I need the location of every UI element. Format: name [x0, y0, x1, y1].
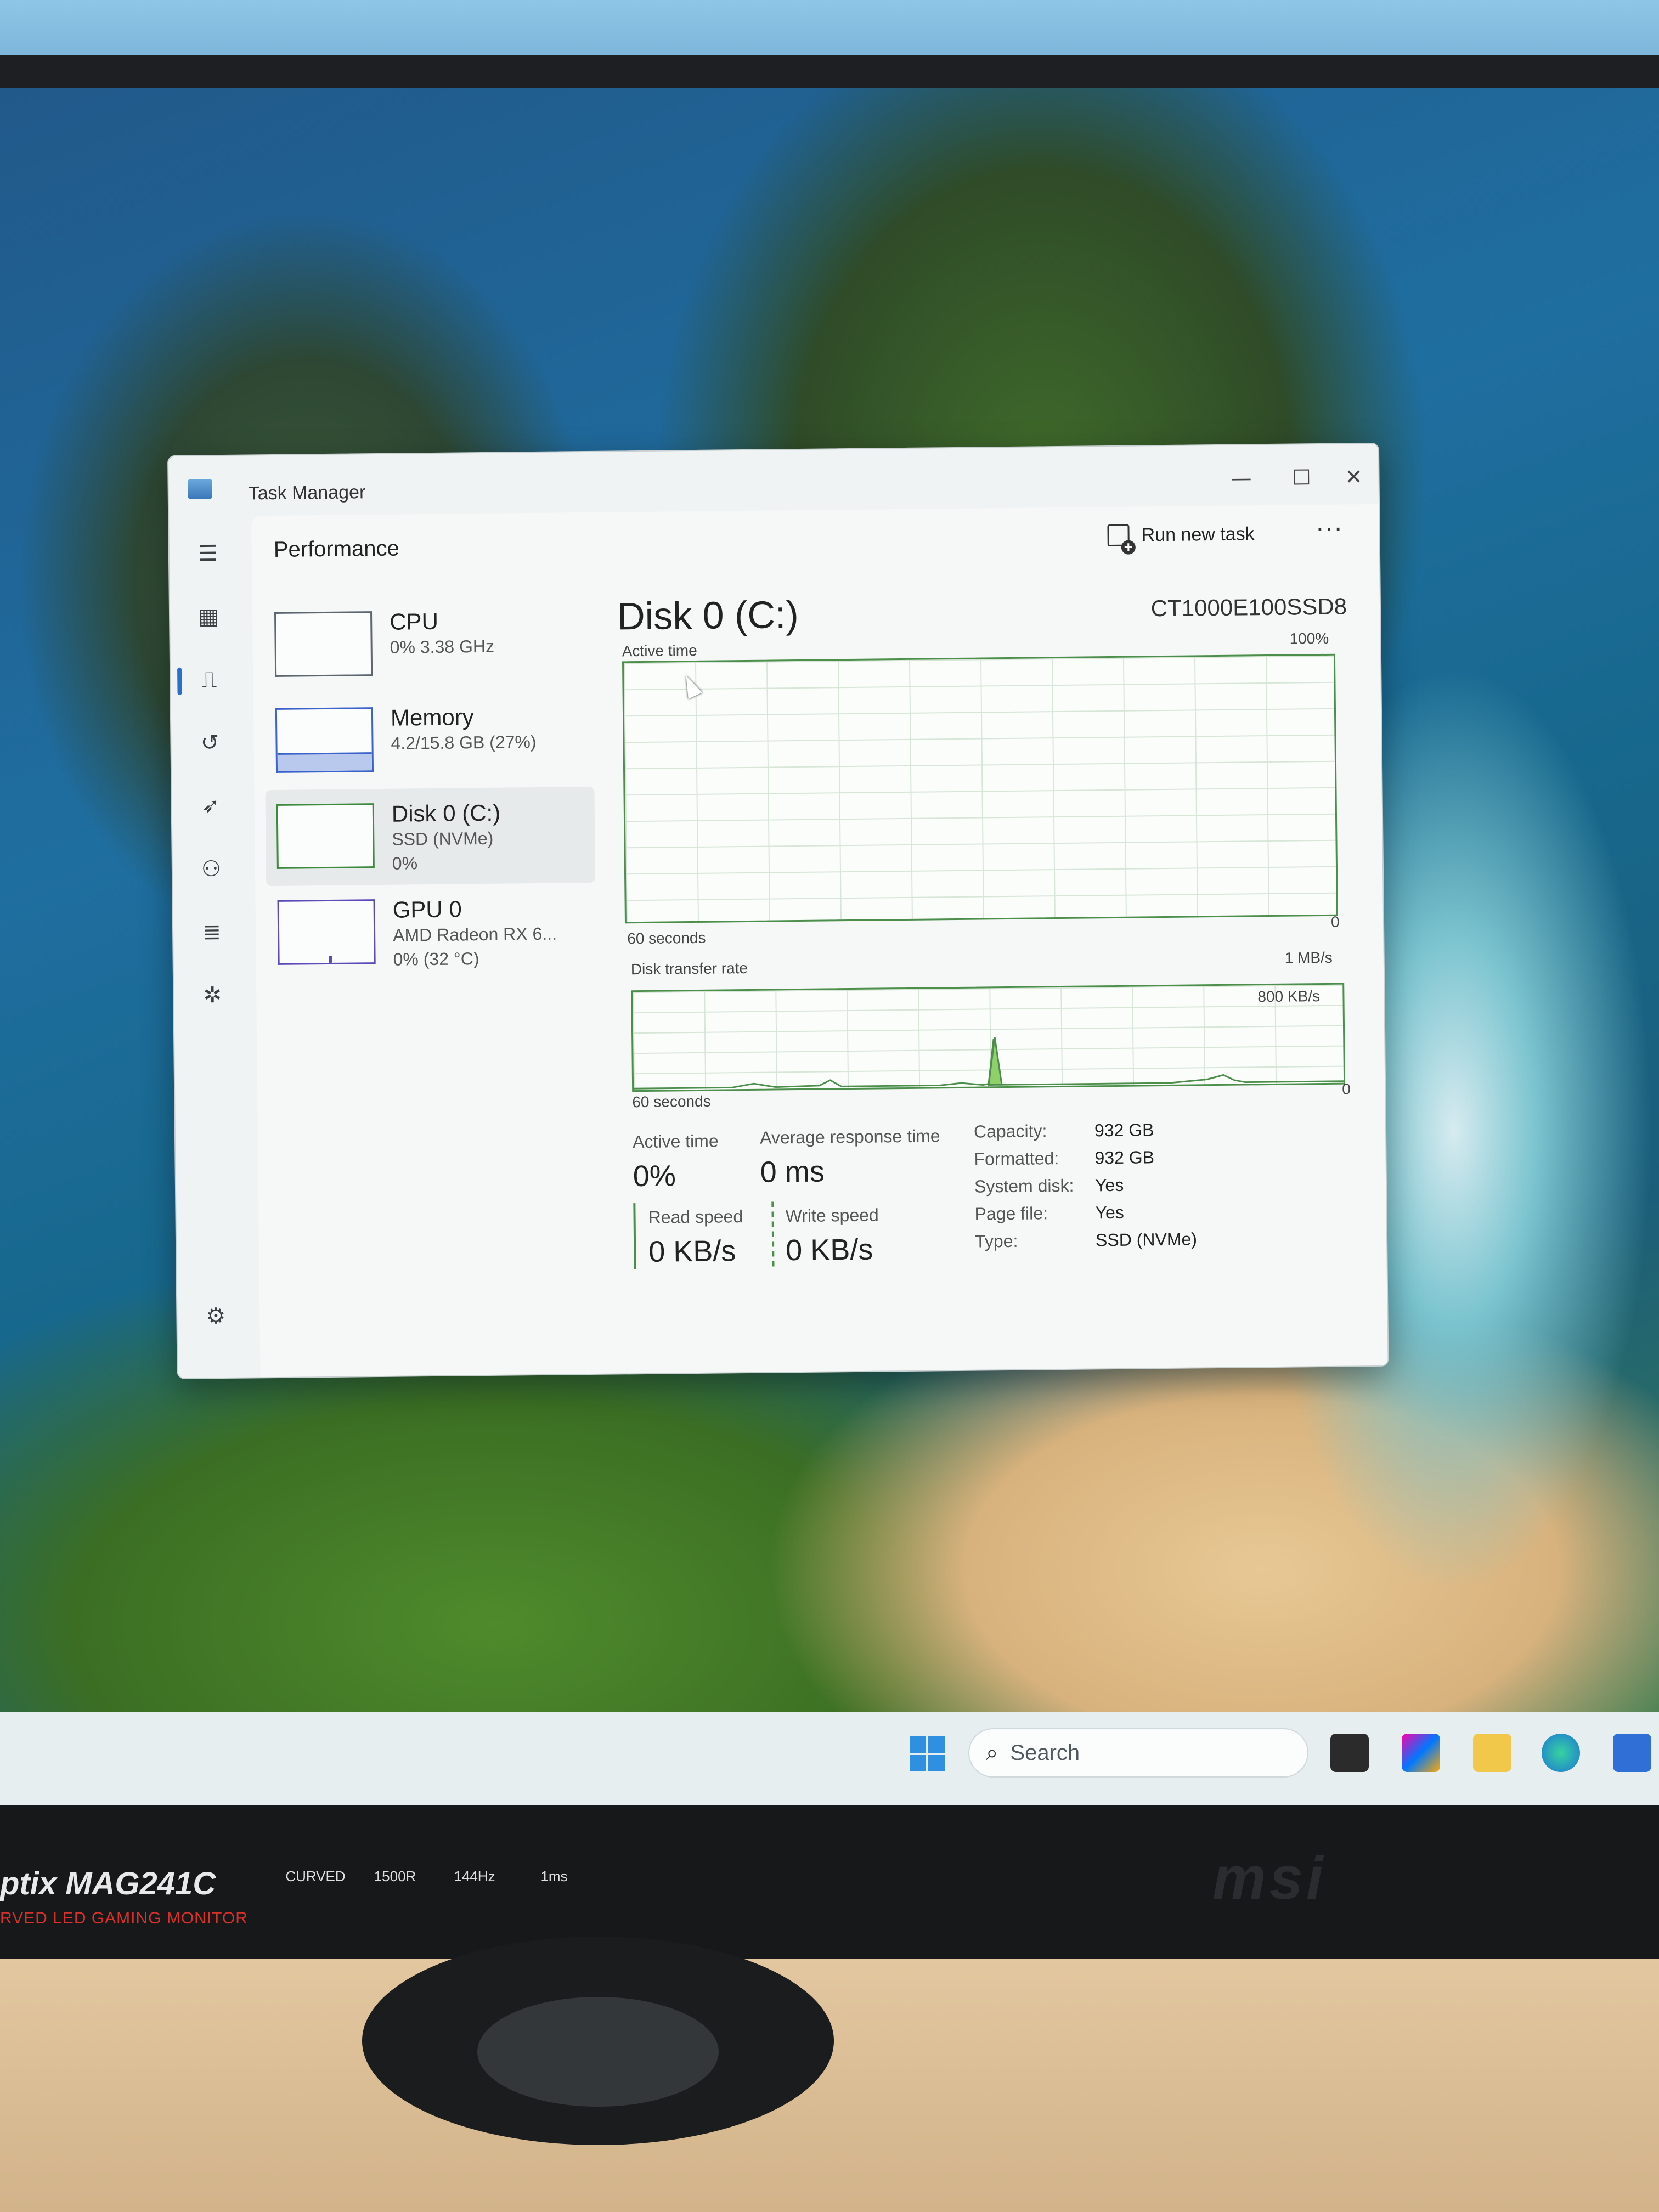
write-speed-value: 0 KB/s [785, 1233, 873, 1267]
disk-model: CT1000E100SSD8 [1150, 593, 1347, 622]
resource-name: GPU 0 [392, 896, 462, 923]
run-new-task-icon [1107, 524, 1130, 547]
hamburger-menu-icon[interactable]: ☰ [193, 538, 224, 569]
windows-start-icon[interactable] [910, 1736, 945, 1771]
maximize-button[interactable]: ☐ [1282, 461, 1321, 494]
task-view-icon[interactable] [1330, 1734, 1369, 1772]
read-speed-value: 0 KB/s [648, 1234, 736, 1268]
property-value: SSD (NVMe) [1095, 1229, 1198, 1250]
monitor-bottom-bezel: ptix MAG241C RVED LED GAMING MONITOR CUR… [0, 1805, 1659, 1959]
transfer-rate-max-label: 1 MB/s [1284, 949, 1333, 967]
avg-response-value: 0 ms [760, 1155, 825, 1189]
msi-logo: msi [1212, 1844, 1327, 1912]
processes-icon[interactable]: ▦ [193, 601, 224, 633]
1ms-badge: 1ms [540, 1868, 568, 1884]
read-speed-line [633, 1203, 636, 1269]
active-time-stat-label: Active time [632, 1131, 719, 1152]
detail-title: Disk 0 (C:) [617, 592, 799, 638]
task-manager-window: Task Manager — ☐ ✕ ☰ ▦ ⎍ ↺ ➶ ⚇ ≣ ✲ ⚙ Per… [167, 442, 1389, 1379]
active-time-graph [622, 653, 1338, 924]
active-time-stat-value: 0% [633, 1159, 676, 1193]
close-button[interactable]: ✕ [1334, 460, 1373, 494]
property-value: Yes [1095, 1202, 1124, 1223]
disk-thumbnail-graph [276, 803, 375, 869]
memory-usage-fill [277, 752, 373, 771]
property-key: Page file: [974, 1203, 1048, 1224]
resource-usage: 0% (32 °C) [393, 949, 479, 969]
active-time-min-label: 0 [1330, 913, 1340, 930]
services-icon[interactable]: ✲ [197, 980, 228, 1011]
resource-item-cpu[interactable]: CPU 0% 3.38 GHz [263, 595, 594, 694]
read-speed-label: Read speed [648, 1206, 743, 1227]
details-icon[interactable]: ≣ [196, 917, 228, 948]
avg-response-label: Average response time [759, 1126, 940, 1148]
more-options-button[interactable]: ··· [1316, 515, 1343, 545]
resource-item-disk[interactable]: Disk 0 (C:) SSD (NVMe) 0% [265, 786, 596, 887]
transfer-rate-mid-label: 800 KB/s [1257, 988, 1321, 1006]
settings-gear-icon[interactable]: ⚙ [200, 1301, 232, 1332]
gpu-spike [329, 956, 332, 963]
resource-name: Memory [390, 704, 474, 731]
transfer-rate-graph [631, 983, 1346, 1092]
resource-item-memory[interactable]: Memory 4.2/15.8 GB (27%) [264, 691, 595, 790]
file-explorer-icon[interactable] [1473, 1734, 1511, 1772]
cpu-thumbnail-graph [274, 611, 373, 677]
users-icon[interactable]: ⚇ [196, 854, 227, 885]
property-key: Formatted: [974, 1148, 1059, 1169]
minimize-button[interactable]: — [1222, 461, 1261, 495]
memory-thumbnail-graph [275, 707, 374, 773]
property-value: Yes [1094, 1175, 1124, 1195]
property-key: Capacity: [973, 1121, 1047, 1142]
resource-model: AMD Radeon RX 6... [392, 923, 557, 945]
curved-badge: CURVED [285, 1868, 346, 1884]
resource-usage: 0% 3.38 GHz [390, 636, 495, 657]
transfer-rate-graph-label: Disk transfer rate [630, 959, 748, 978]
copilot-icon[interactable] [1402, 1734, 1440, 1772]
resource-item-gpu[interactable]: GPU 0 AMD Radeon RX 6... 0% (32 °C) [266, 883, 596, 982]
144hz-badge: 144Hz [454, 1868, 495, 1884]
edge-browser-icon[interactable] [1542, 1734, 1580, 1772]
monitor-model-text: ptix MAG241C [0, 1866, 216, 1901]
property-key: System disk: [974, 1175, 1074, 1197]
active-time-graph-label: Active time [622, 641, 697, 660]
resource-name: CPU [389, 608, 439, 635]
gpu-thumbnail-graph [277, 899, 376, 965]
desk-surface [0, 1959, 1659, 2212]
resource-usage: 0% [392, 853, 418, 873]
property-value: 932 GB [1094, 1147, 1155, 1168]
transfer-rate-duration-label: 60 seconds [632, 1092, 711, 1111]
transfer-rate-line [634, 1037, 1344, 1090]
search-icon: ⌕ [986, 1740, 998, 1765]
active-indicator [177, 667, 182, 695]
resource-type: SSD (NVMe) [392, 828, 494, 849]
disk-detail-panel: Disk 0 (C:) CT1000E100SSD8 Active time 1… [617, 586, 1377, 1362]
active-time-max-label: 100% [1289, 629, 1329, 647]
property-key: Type: [974, 1231, 1018, 1251]
run-new-task-button[interactable]: Run new task [1107, 523, 1255, 547]
monitor-tagline: RVED LED GAMING MONITOR [0, 1909, 248, 1927]
active-time-duration-label: 60 seconds [627, 929, 706, 947]
microsoft-store-icon[interactable] [1613, 1734, 1651, 1772]
app-history-icon[interactable]: ↺ [194, 727, 225, 759]
taskbar-search-box[interactable]: ⌕ Search [968, 1728, 1308, 1778]
transfer-rate-min-label: 0 [1342, 1080, 1351, 1098]
performance-icon[interactable]: ⎍ [194, 664, 225, 696]
window-title: Task Manager [248, 482, 366, 504]
performance-page: Performance Run new task ··· CPU 0% 3.38… [251, 504, 1388, 1378]
property-value: 932 GB [1094, 1120, 1154, 1141]
write-speed-label: Write speed [785, 1205, 879, 1226]
resource-usage: 4.2/15.8 GB (27%) [391, 731, 537, 753]
monitor-stand-base [362, 1937, 834, 2145]
task-manager-app-icon [188, 479, 212, 499]
page-title: Performance [273, 536, 400, 562]
navigation-rail: ☰ ▦ ⎍ ↺ ➶ ⚇ ≣ ✲ ⚙ [169, 516, 260, 1378]
write-speed-line [771, 1201, 775, 1268]
1500r-badge: 1500R [374, 1868, 416, 1884]
resource-name: Disk 0 (C:) [391, 799, 501, 827]
run-new-task-label: Run new task [1141, 523, 1255, 545]
stand-cable-hole [477, 1997, 719, 2107]
startup-apps-icon[interactable]: ➶ [195, 791, 226, 822]
resource-list: CPU 0% 3.38 GHz Memory 4.2/15.8 GB (27%)… [263, 595, 596, 982]
search-label: Search [1010, 1740, 1080, 1765]
